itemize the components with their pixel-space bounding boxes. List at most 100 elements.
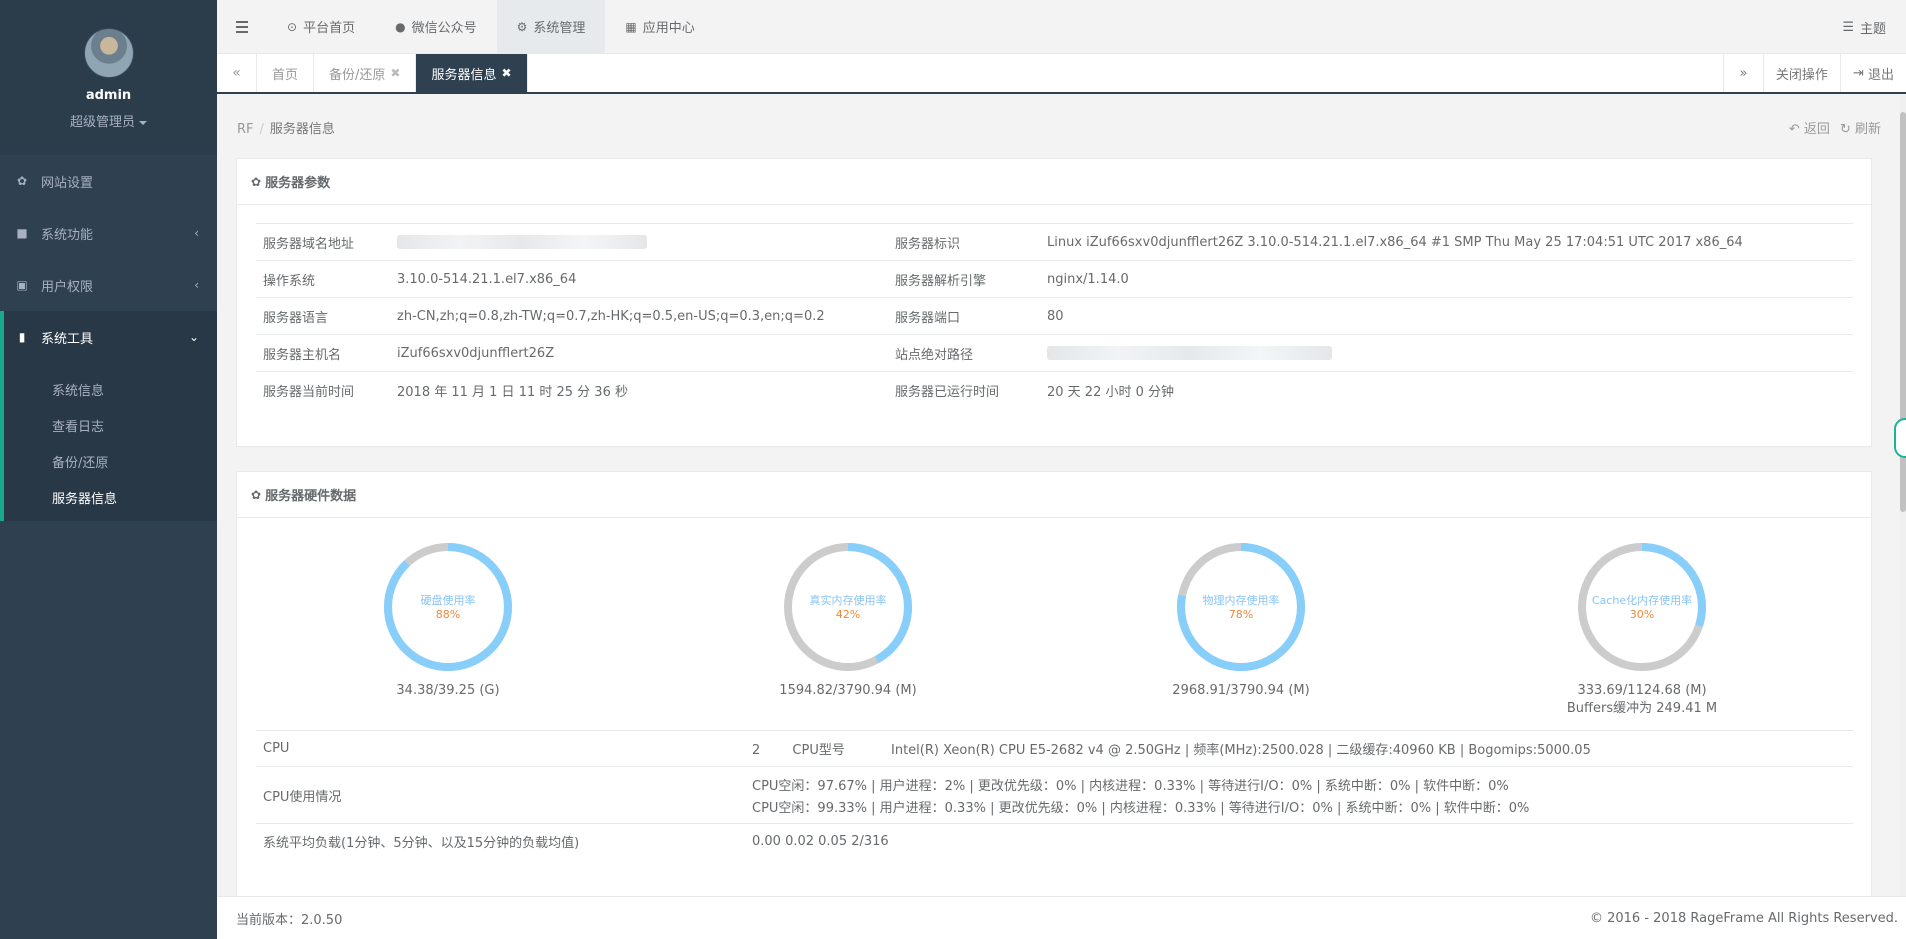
profile-role-label: 超级管理员 (69, 115, 135, 130)
hw-value: 0.00 0.02 0.05 2/316 (752, 834, 889, 850)
chevron-left-icon: ‹ (194, 226, 199, 240)
sidebar: admin 超级管理员 ✿ 网站设置 ■ 系统功能 ‹ ▣ 用户权限 ‹ ▮ 系… (0, 0, 217, 939)
profile-role-dropdown[interactable]: 超级管理员 (0, 111, 217, 130)
gauge-percent: 30% (1630, 608, 1654, 621)
topnav-home[interactable]: ⊙ 平台首页 (267, 0, 375, 54)
topnav-app-center[interactable]: ▦ 应用中心 (605, 0, 714, 54)
gauge-label: 硬盘使用率 (421, 593, 476, 607)
page-actions: ↶ 返回 ↻ 刷新 (1789, 118, 1881, 137)
sidebar-item-user-permissions[interactable]: ▣ 用户权限 ‹ (0, 259, 217, 311)
gauge-label: 真实内存使用率 (810, 593, 887, 607)
gauge-real-memory: 真实内存使用率 42% 1594.82/3790.94 (M) (733, 540, 963, 700)
sidebar-subitem-backup-restore[interactable]: 备份/还原 (4, 443, 217, 479)
param-key: 服务器端口 (895, 310, 961, 326)
gauge-percent: 42% (836, 608, 860, 621)
gear-icon: ✿ (16, 174, 28, 188)
breadcrumb-root[interactable]: RF (237, 122, 254, 137)
topnav-label: 微信公众号 (411, 21, 477, 36)
gauge-label: 物理内存使用率 (1203, 593, 1280, 607)
param-key: 服务器域名地址 (263, 236, 355, 252)
table-row: 服务器域名地址 服务器标识 Linux iZuf66sxv0djunfflert… (256, 223, 1853, 261)
tabs-actions: » 关闭操作 ⇥ 退出 (1722, 54, 1906, 92)
close-icon[interactable]: ✖ (501, 66, 511, 80)
server-params-table: 服务器域名地址 服务器标识 Linux iZuf66sxv0djunfflert… (256, 223, 1853, 409)
donut-chart: 物理内存使用率 78% (1177, 543, 1305, 671)
refresh-button[interactable]: ↻ 刷新 (1840, 118, 1881, 137)
param-value (390, 224, 888, 261)
breadcrumb: RF / 服务器信息 (237, 122, 335, 137)
topnav-wechat[interactable]: ● 微信公众号 (375, 0, 497, 54)
cpu-usage-line: CPU空闲：97.67% | 用户进程：2% | 更改优先级：0% | 内核进程… (752, 778, 1509, 794)
footer: 当前版本：2.0.50 © 2016 - 2018 RageFrame All … (217, 896, 1906, 939)
sidebar-item-site-settings[interactable]: ✿ 网站设置 (0, 155, 217, 207)
panel-title: ✿ 服务器参数 (237, 159, 1871, 205)
param-value: nginx/1.14.0 (1047, 271, 1129, 287)
refresh-icon: ↻ (1839, 122, 1851, 137)
sidebar-item-label: 用户权限 (41, 279, 94, 295)
tabs-scroll-right-icon[interactable]: » (1722, 54, 1763, 92)
sign-out-icon: ⇥ (1852, 65, 1864, 81)
tabs-scroll-left-icon[interactable]: « (217, 54, 257, 92)
close-operations-button[interactable]: 关闭操作 (1762, 54, 1840, 92)
gauge-percent: 78% (1229, 608, 1253, 621)
tab-backup-restore[interactable]: 备份/还原 ✖ (314, 54, 417, 92)
gauge-physical-memory: 物理内存使用率 78% 2968.91/3790.94 (M) (1126, 540, 1356, 700)
theme-button[interactable]: ☰ 主题 (1842, 0, 1886, 54)
book-icon: ▮ (18, 330, 26, 344)
param-value: 3.10.0-514.21.1.el7.x86_64 (397, 271, 577, 287)
param-value: Linux iZuf66sxv0djunfflert26Z 3.10.0-514… (1047, 234, 1743, 250)
redacted-value (1047, 346, 1332, 360)
gauge-caption: 2968.91/3790.94 (M) (1172, 683, 1310, 698)
sidebar-item-system-functions[interactable]: ■ 系统功能 ‹ (0, 207, 217, 259)
panel-title: ✿ 服务器硬件数据 (237, 472, 1871, 518)
tab-label: 备份/还原 (329, 67, 386, 83)
back-button[interactable]: ↶ 返回 (1789, 118, 1830, 137)
server-params-panel: ✿ 服务器参数 服务器域名地址 服务器标识 Linux iZuf66sxv0dju… (236, 158, 1872, 447)
param-value: 80 (1047, 308, 1064, 324)
sidebar-item-label: 网站设置 (41, 175, 94, 191)
briefcase-icon: ■ (16, 226, 28, 240)
logout-button[interactable]: ⇥ 退出 (1839, 54, 1906, 92)
tab-server-info[interactable]: 服务器信息 ✖ (416, 54, 528, 92)
donut-chart: 真实内存使用率 42% (784, 543, 912, 671)
tab-home[interactable]: 首页 (257, 54, 315, 92)
chevron-down-icon: ⌄ (188, 330, 199, 344)
reply-icon: ↶ (1788, 122, 1800, 137)
param-key: 服务器标识 (895, 236, 961, 252)
param-key: 服务器当前时间 (263, 384, 355, 400)
target-icon: ⊙ (287, 19, 298, 34)
hw-key: CPU (263, 741, 290, 756)
close-icon[interactable]: ✖ (390, 66, 400, 80)
top-nav: ⊙ 平台首页 ● 微信公众号 ⚙ 系统管理 ▦ 应用中心 (267, 0, 715, 54)
param-value: zh-CN,zh;q=0.8,zh-TW;q=0.7,zh-HK;q=0.5,e… (397, 308, 825, 324)
menu-toggle-icon[interactable] (217, 0, 267, 54)
tabs-bar: « 首页 备份/还原 ✖ 服务器信息 ✖ » 关闭操作 ⇥ 退出 (217, 54, 1906, 94)
tab-label: 服务器信息 (431, 67, 497, 83)
usage-gauges: 硬盘使用率 88% 34.38/39.25 (G) 真实内存使用率 42% 15… (237, 540, 1873, 740)
topnav-label: 应用中心 (642, 21, 695, 36)
param-value (1040, 335, 1853, 372)
caret-down-icon (139, 120, 147, 125)
sidebar-submenu: 系统信息 查看日志 备份/还原 服务器信息 (0, 363, 217, 521)
donut-chart: Cache化内存使用率 30% (1578, 543, 1706, 671)
sidebar-subitem-view-logs[interactable]: 查看日志 (4, 407, 217, 443)
gauge-caption: 34.38/39.25 (G) (396, 683, 500, 698)
gauge-label: Cache化内存使用率 (1592, 593, 1692, 607)
sidebar-subitem-server-info[interactable]: 服务器信息 (4, 479, 217, 515)
param-key: 服务器解析引擎 (895, 273, 987, 289)
panel-title-text: 服务器参数 (265, 176, 331, 191)
gauge-disk: 硬盘使用率 88% 34.38/39.25 (G) (333, 540, 563, 700)
profile-username[interactable]: admin (0, 88, 217, 103)
floating-widget-button[interactable] (1894, 418, 1906, 458)
breadcrumb-current: 服务器信息 (269, 122, 335, 137)
topnav-system-management[interactable]: ⚙ 系统管理 (496, 0, 606, 54)
sidebar-subitem-system-info[interactable]: 系统信息 (4, 371, 217, 407)
refresh-label: 刷新 (1854, 122, 1881, 137)
sidebar-item-system-tools[interactable]: ▮ 系统工具 ⌄ (0, 311, 217, 363)
avatar[interactable] (83, 28, 134, 78)
chevron-left-icon: ‹ (194, 278, 199, 292)
gears-icon: ⚙ (516, 19, 528, 34)
gauge-caption: 333.69/1124.68 (M) (1577, 683, 1707, 698)
sidebar-item-label: 系统工具 (41, 331, 94, 347)
main-content: RF / 服务器信息 ↶ 返回 ↻ 刷新 ✿ 服务器参数 服务器域名地址 服务器标识 … (217, 96, 1906, 901)
